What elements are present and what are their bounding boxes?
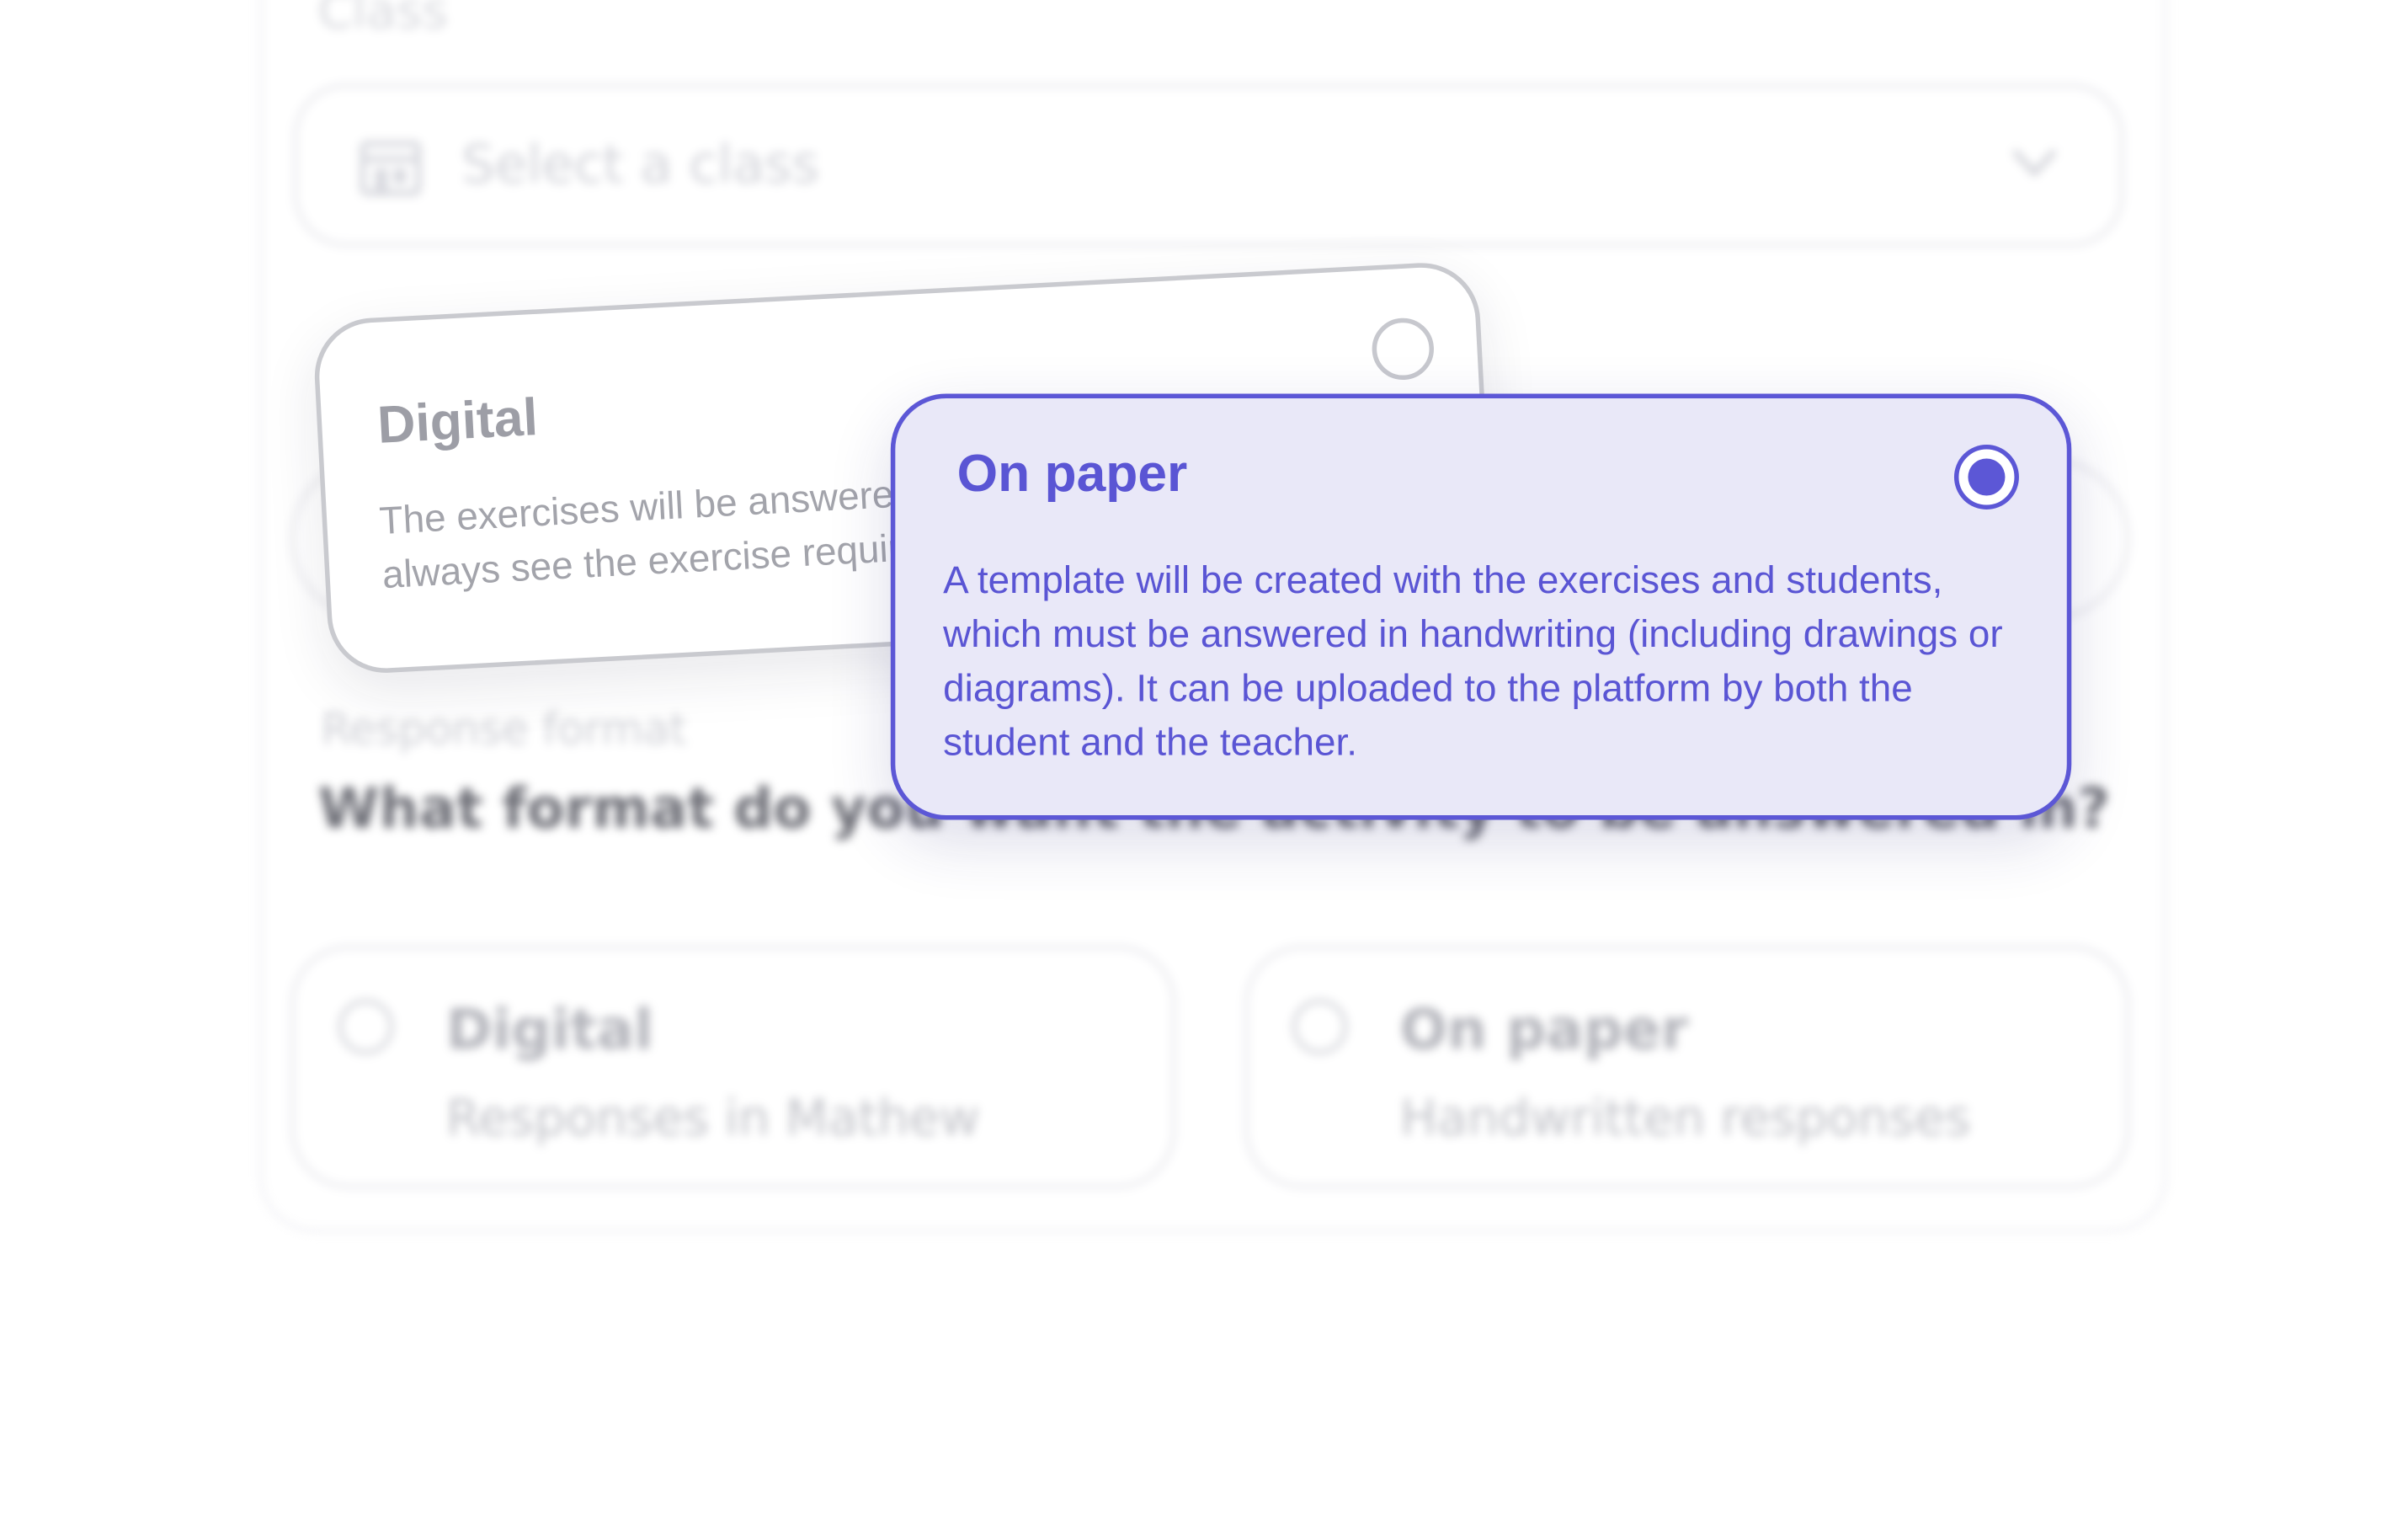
class-label: Class <box>317 0 449 40</box>
chevron-down-icon <box>2012 149 2056 176</box>
class-select-placeholder: Select a class <box>461 134 820 196</box>
on-paper-radio-button[interactable] <box>1953 444 2019 510</box>
radio-selected-dot <box>1968 458 2006 496</box>
response-format-label: Response format <box>321 703 687 755</box>
option-title: On paper <box>1399 999 1689 1063</box>
radio-button[interactable] <box>1292 999 1348 1055</box>
option-subtitle: Handwritten responses <box>1399 1088 1971 1148</box>
page-stage: Class Select a class Response format Wha… <box>0 0 2408 1525</box>
digital-card-title: Digital <box>376 387 540 456</box>
on-paper-option-card[interactable]: On paper A template will be created with… <box>890 393 2072 820</box>
on-paper-card-title: On paper <box>956 444 1188 504</box>
radio-button[interactable] <box>338 999 394 1055</box>
response-option-digital[interactable]: Digital Responses in Mathew <box>290 944 1176 1189</box>
on-paper-card-description: A template will be created with the exer… <box>943 558 2003 765</box>
option-subtitle: Responses in Mathew <box>445 1088 980 1148</box>
school-icon <box>360 140 422 196</box>
option-title: Digital <box>445 999 653 1063</box>
digital-radio-button[interactable] <box>1370 316 1436 382</box>
class-select[interactable]: Select a class <box>293 83 2124 248</box>
response-option-on-paper[interactable]: On paper Handwritten responses <box>1244 944 2130 1189</box>
